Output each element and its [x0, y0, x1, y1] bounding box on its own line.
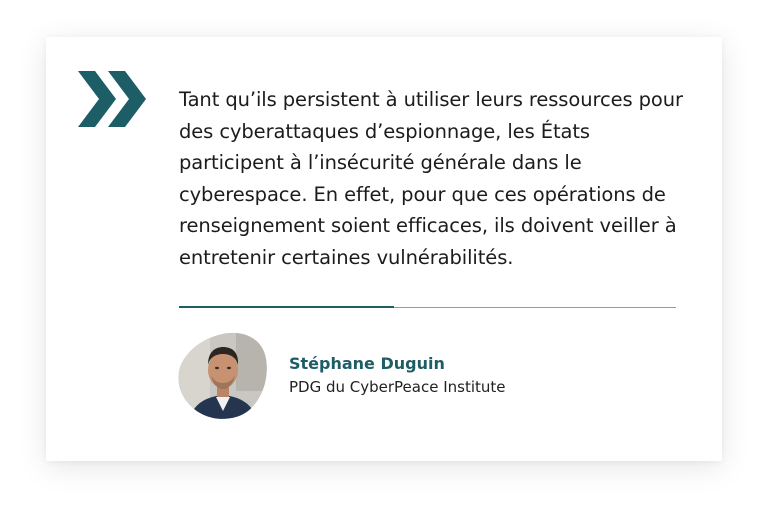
author-name: Stéphane Duguin	[289, 354, 445, 373]
divider	[179, 306, 676, 308]
quote-text: Tant qu’ils persistent à utiliser leurs …	[179, 88, 683, 269]
author-avatar	[178, 332, 267, 419]
author-title: PDG du CyberPeace Institute	[289, 378, 506, 396]
quote-card: Tant qu’ils persistent à utiliser leurs …	[46, 37, 722, 461]
double-chevron-right-icon	[78, 71, 146, 127]
